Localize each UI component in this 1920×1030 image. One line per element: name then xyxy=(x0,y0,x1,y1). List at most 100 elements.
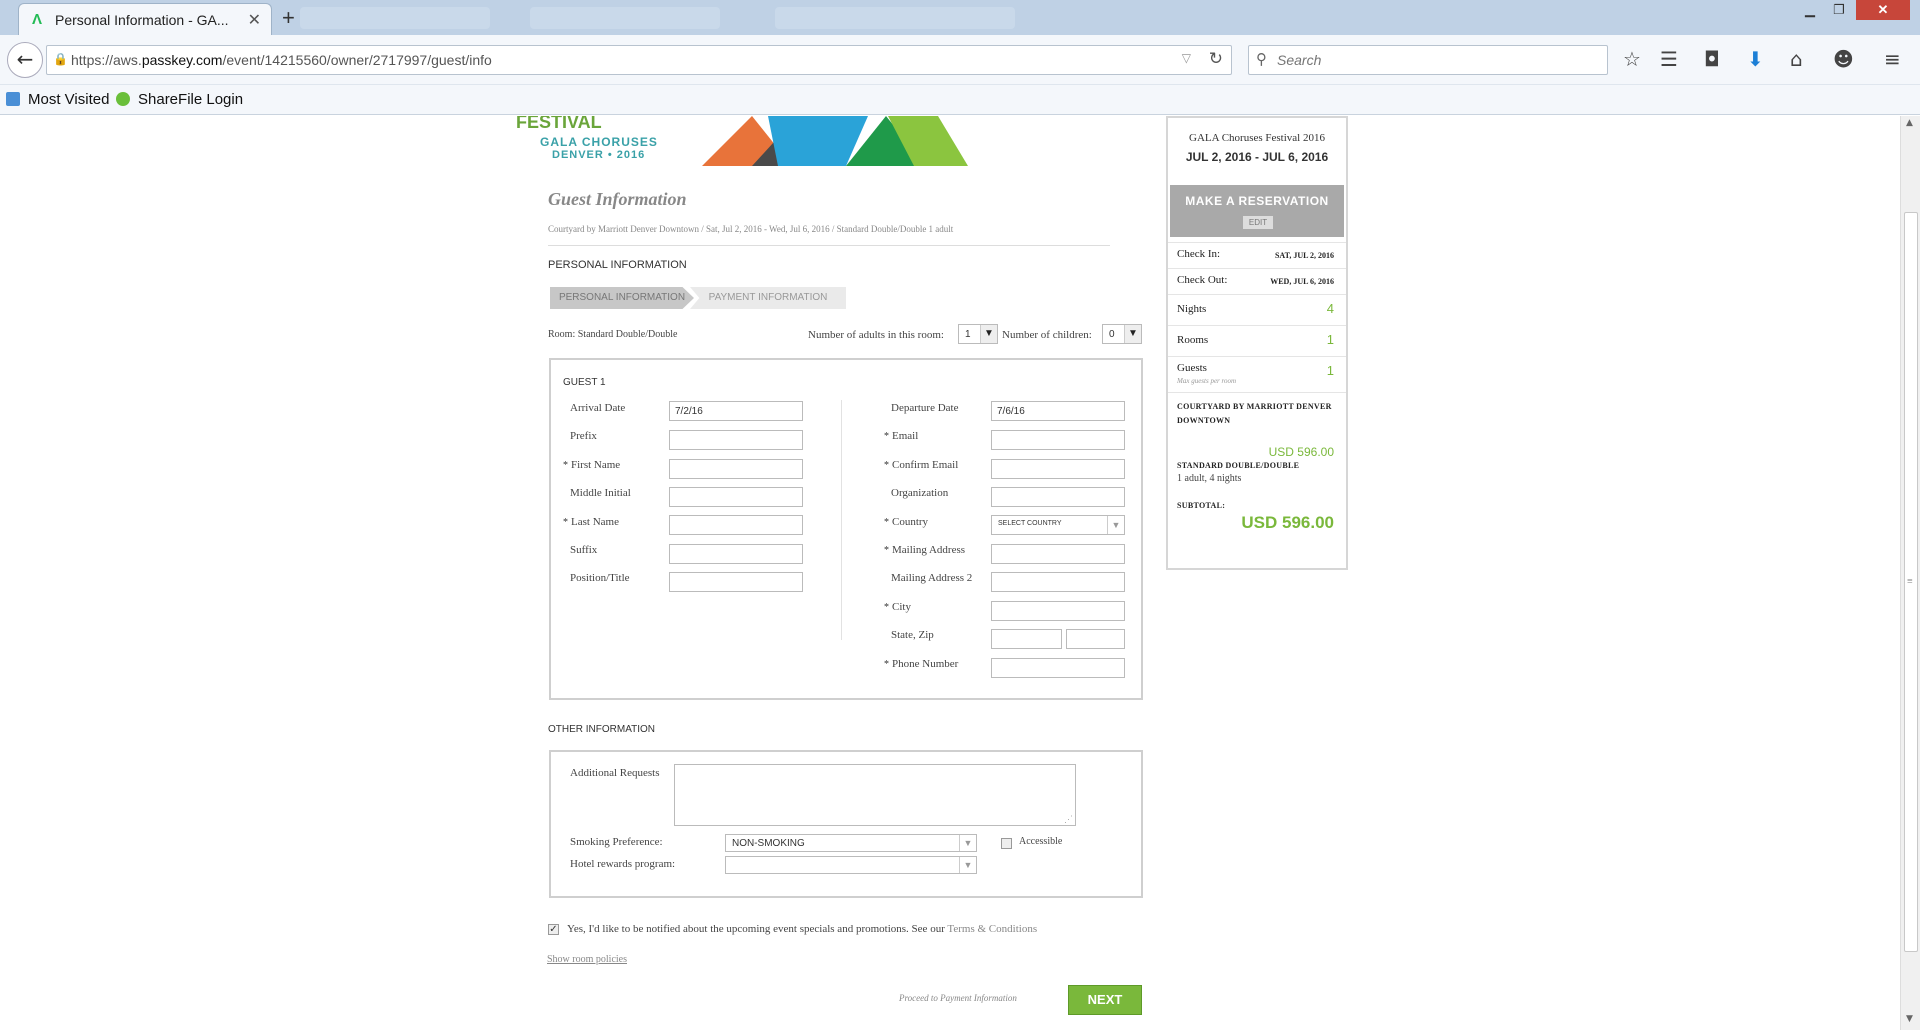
other-information-form: Additional Requests ⋰ Smoking Preference… xyxy=(549,750,1143,898)
confirm-email-field[interactable] xyxy=(991,459,1125,479)
hotel-name: COURTYARD BY MARRIOTT DENVER DOWNTOWN xyxy=(1177,402,1332,425)
back-arrow-icon[interactable]: ← xyxy=(7,42,43,78)
last-name-label: * Last Name xyxy=(563,516,619,528)
scroll-up-icon[interactable]: ▲ xyxy=(1906,118,1913,128)
next-button[interactable]: NEXT xyxy=(1068,985,1142,1015)
country-select[interactable]: SELECT COUNTRY ▼ xyxy=(991,515,1125,535)
adults-select[interactable]: 1 ▼ xyxy=(958,324,998,344)
suffix-label: Suffix xyxy=(570,544,598,556)
background-tab[interactable] xyxy=(775,7,1015,29)
site-favicon-icon: Λ xyxy=(32,11,43,28)
city-field[interactable] xyxy=(991,601,1125,621)
terms-conditions-link[interactable]: Terms & Conditions xyxy=(947,923,1037,935)
new-tab-icon[interactable]: + xyxy=(282,5,295,31)
page-content: FESTIVAL GALA CHORUSES DENVER • 2016 Gue… xyxy=(0,116,1900,1030)
navigation-toolbar: ← 🔒 https://aws.passkey.com/event/142155… xyxy=(0,35,1920,85)
section-personal-information: PERSONAL INFORMATION xyxy=(548,259,687,271)
zip-field[interactable] xyxy=(1066,629,1125,649)
page-title: Guest Information xyxy=(548,189,687,209)
resize-handle-icon[interactable]: ⋰ xyxy=(1064,814,1073,825)
chevron-down-icon: ▼ xyxy=(980,325,997,343)
step-personal-information: PERSONAL INFORMATION xyxy=(550,287,694,309)
smoking-preference-select[interactable]: NON-SMOKING ▼ xyxy=(725,834,977,852)
additional-requests-label: Additional Requests xyxy=(570,767,660,779)
position-title-field[interactable] xyxy=(669,572,803,592)
subtotal-label: SUBTOTAL: xyxy=(1177,501,1226,510)
page-scrollbar[interactable]: ▲ ≡ ▼ xyxy=(1900,116,1920,1030)
festival-wordmark: FESTIVAL xyxy=(516,116,602,132)
chevron-down-icon: ▼ xyxy=(1124,325,1141,343)
reading-list-icon[interactable]: ☰ xyxy=(1660,47,1678,71)
confirm-email-label: * Confirm Email xyxy=(884,459,959,471)
background-tab[interactable] xyxy=(530,7,720,29)
mailing-address-label: * Mailing Address xyxy=(884,544,966,556)
chevron-down-icon: ▼ xyxy=(959,835,976,851)
most-visited-icon xyxy=(6,92,20,106)
edit-button[interactable]: EDIT xyxy=(1243,216,1273,229)
additional-requests-textarea[interactable] xyxy=(674,764,1076,826)
make-reservation-panel: MAKE A RESERVATION EDIT xyxy=(1170,185,1344,237)
checkin-row: Check In: SAT, JUL 2, 2016 xyxy=(1168,242,1346,268)
tab-close-icon[interactable]: ✕ xyxy=(248,10,261,30)
window-close-icon[interactable]: ✕ xyxy=(1856,0,1910,20)
divider xyxy=(548,245,1110,246)
tab-bar: Λ Personal Information - GA... ✕ + ▁ ❐ ✕ xyxy=(0,0,1920,35)
last-name-field[interactable] xyxy=(669,515,803,535)
scroll-down-icon[interactable]: ▼ xyxy=(1906,1014,1913,1024)
minimize-icon[interactable]: ▁ xyxy=(1796,0,1824,20)
phone-number-label: * Phone Number xyxy=(884,658,959,670)
first-name-field[interactable] xyxy=(669,459,803,479)
state-zip-label: State, Zip xyxy=(891,629,934,641)
search-input[interactable] xyxy=(1277,50,1597,70)
reservation-sidebar: GALA Choruses Festival 2016 JUL 2, 2016 … xyxy=(1166,116,1348,570)
children-label: Number of children: xyxy=(1002,329,1092,341)
email-field[interactable] xyxy=(991,430,1125,450)
bookmark-most-visited[interactable]: Most Visited xyxy=(6,91,109,108)
mailing-address-field[interactable] xyxy=(991,544,1125,564)
background-tab[interactable] xyxy=(300,7,490,29)
prefix-field[interactable] xyxy=(669,430,803,450)
children-select[interactable]: 0 ▼ xyxy=(1102,324,1142,344)
accessible-checkbox[interactable] xyxy=(1001,838,1012,849)
guest-heading: GUEST 1 xyxy=(563,377,606,388)
bookmark-sharefile-login[interactable]: ShareFile Login xyxy=(116,91,243,108)
notify-text: Yes, I'd like to be notified about the u… xyxy=(567,923,1038,935)
restore-icon[interactable]: ❐ xyxy=(1825,0,1853,20)
event-name: GALA Choruses Festival 2016 xyxy=(1189,132,1325,144)
arrival-date-label: Arrival Date xyxy=(570,402,626,414)
downloads-icon[interactable]: ⬇ xyxy=(1747,47,1764,71)
browser-tab-active[interactable]: Λ Personal Information - GA... ✕ xyxy=(18,3,272,35)
phone-number-field[interactable] xyxy=(991,658,1125,678)
required-marker: * xyxy=(563,517,568,528)
room-detail: 1 adult, 4 nights xyxy=(1177,473,1242,484)
chat-icon[interactable]: ☻ xyxy=(1833,47,1854,71)
pocket-icon[interactable]: ◘ xyxy=(1704,47,1720,71)
address-bar[interactable]: 🔒 https://aws.passkey.com/event/14215560… xyxy=(46,45,1232,75)
search-bar[interactable]: ⚲ xyxy=(1248,45,1608,75)
home-icon[interactable]: ⌂ xyxy=(1790,47,1803,71)
required-marker: * xyxy=(884,517,889,528)
show-room-policies-link[interactable]: Show room policies xyxy=(547,954,627,965)
arrival-date-field[interactable] xyxy=(669,401,803,421)
proceed-text: Proceed to Payment Information xyxy=(899,993,1017,1003)
notify-checkbox[interactable]: ✓ xyxy=(548,924,559,935)
mailing-address-2-field[interactable] xyxy=(991,572,1125,592)
middle-initial-field[interactable] xyxy=(669,487,803,507)
hotel-rewards-select[interactable]: ▼ xyxy=(725,856,977,874)
bookmark-star-icon[interactable]: ☆ xyxy=(1623,47,1641,71)
state-field[interactable] xyxy=(991,629,1062,649)
tab-title: Personal Information - GA... xyxy=(55,12,229,28)
menu-icon[interactable]: ≡ xyxy=(1884,47,1901,71)
chevron-down-icon: ▼ xyxy=(1107,516,1124,534)
reload-icon[interactable]: ↻ xyxy=(1209,49,1223,69)
rooms-row: Rooms 1 xyxy=(1168,325,1346,356)
suffix-field[interactable] xyxy=(669,544,803,564)
url-text: https://aws.passkey.com/event/14215560/o… xyxy=(71,52,492,68)
departure-date-field[interactable] xyxy=(991,401,1125,421)
required-marker: * xyxy=(563,460,568,471)
organization-field[interactable] xyxy=(991,487,1125,507)
adults-label: Number of adults in this room: xyxy=(808,329,944,341)
guest-1-form: GUEST 1 Arrival Date Prefix *First Name … xyxy=(549,358,1143,700)
logo-line-2: DENVER • 2016 xyxy=(552,149,646,161)
url-history-dropdown-icon[interactable]: ▽ xyxy=(1182,51,1191,65)
